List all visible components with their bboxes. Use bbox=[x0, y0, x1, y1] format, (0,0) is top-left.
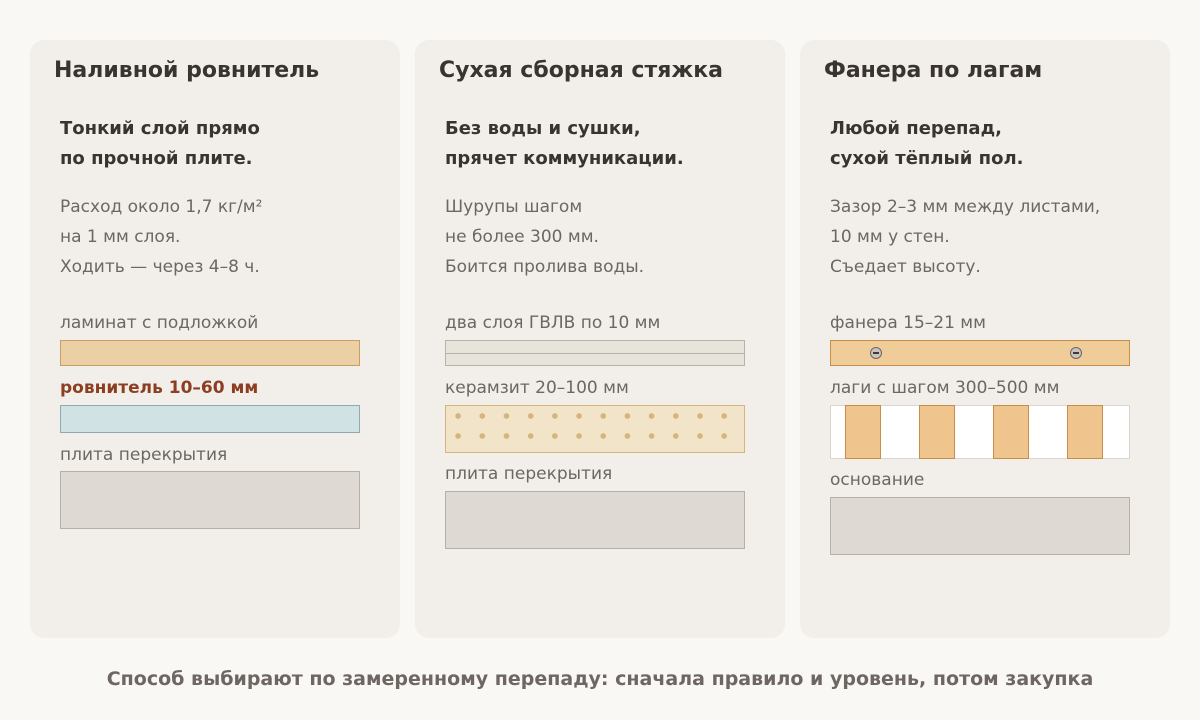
card-title: Наливной ровнитель bbox=[54, 58, 320, 83]
screw-icon bbox=[1070, 346, 1082, 359]
card-note: Зазор 2–3 мм между листами, 10 мм у стен… bbox=[830, 192, 1100, 282]
card-note: Шурупы шагом не более 300 мм. Боится про… bbox=[445, 192, 644, 282]
layer-label-joists: лаги с шагом 300–500 мм bbox=[830, 378, 1060, 398]
plywood-layer bbox=[830, 340, 1130, 366]
leveler-layer bbox=[60, 405, 360, 433]
layer-label-laminate: ламинат с подложкой bbox=[60, 313, 259, 333]
gvlv-sheet-divider bbox=[446, 353, 744, 354]
note-line: Зазор 2–3 мм между листами, bbox=[830, 197, 1101, 217]
joist bbox=[919, 404, 955, 459]
card-lead: Тонкий слой прямо по прочной плите. bbox=[60, 114, 260, 174]
screw-icon bbox=[870, 346, 882, 359]
layer-label-slab: плита перекрытия bbox=[60, 445, 228, 465]
lead-line: Без воды и сушки, bbox=[445, 118, 641, 139]
card-lead: Любой перепад, сухой тёплый пол. bbox=[830, 114, 1024, 174]
layer-label-slab: плита перекрытия bbox=[445, 464, 613, 484]
note-line: Боится пролива воды. bbox=[445, 257, 645, 277]
layer-label-gvlv: два слоя ГВЛВ по 10 мм bbox=[445, 313, 661, 333]
footer-note: Способ выбирают по замеренному перепаду:… bbox=[106, 668, 1094, 690]
note-line: Расход около 1,7 кг/м² bbox=[60, 197, 263, 217]
plywood-card: Фанера по лагам Любой перепад, сухой тёп… bbox=[800, 40, 1170, 638]
slab-layer bbox=[445, 491, 745, 549]
note-line: на 1 мм слоя. bbox=[60, 227, 181, 247]
card-note: Расход около 1,7 кг/м² на 1 мм слоя. Ход… bbox=[60, 192, 262, 282]
joist bbox=[1067, 404, 1103, 459]
card-lead: Без воды и сушки, прячет коммуникации. bbox=[445, 114, 684, 174]
lead-line: сухой тёплый пол. bbox=[830, 148, 1024, 169]
note-line: 10 мм у стен. bbox=[830, 227, 950, 247]
gvlv-layer bbox=[445, 340, 745, 366]
joist bbox=[993, 404, 1029, 459]
slab-layer bbox=[60, 471, 360, 529]
lead-line: Тонкий слой прямо bbox=[60, 118, 260, 139]
card-title: Фанера по лагам bbox=[824, 58, 1043, 83]
note-line: Съедает высоту. bbox=[830, 257, 981, 277]
lead-line: прячет коммуникации. bbox=[445, 148, 684, 169]
note-line: Шурупы шагом bbox=[445, 197, 583, 217]
joist-layer bbox=[830, 404, 1130, 459]
note-line: Ходить — через 4–8 ч. bbox=[60, 257, 260, 277]
laminate-layer bbox=[60, 340, 360, 366]
joist bbox=[845, 404, 881, 459]
note-line: не более 300 мм. bbox=[445, 227, 599, 247]
base-layer bbox=[830, 497, 1130, 555]
layer-label-plywood: фанера 15–21 мм bbox=[830, 313, 986, 333]
lead-line: по прочной плите. bbox=[60, 148, 253, 169]
layer-label-base: основание bbox=[830, 470, 925, 490]
card-title: Сухая сборная стяжка bbox=[439, 58, 723, 83]
dry-screed-card: Сухая сборная стяжка Без воды и сушки, п… bbox=[415, 40, 785, 638]
layer-label-leveler: ровнитель 10–60 мм bbox=[60, 378, 259, 398]
layer-label-clay: керамзит 20–100 мм bbox=[445, 378, 629, 398]
leveler-card: Наливной ровнитель Тонкий слой прямо по … bbox=[30, 40, 400, 638]
expanded-clay-layer bbox=[445, 405, 745, 453]
lead-line: Любой перепад, bbox=[830, 118, 1002, 139]
